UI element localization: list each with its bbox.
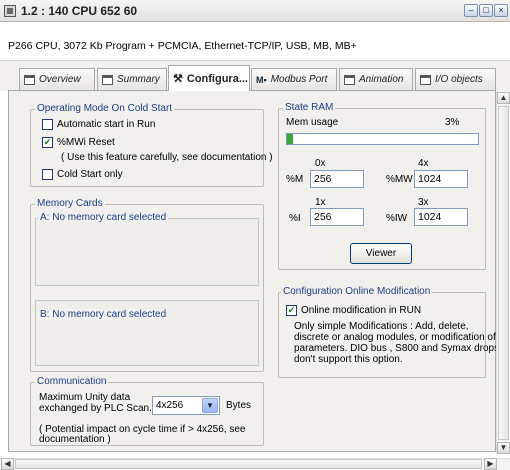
module-description: P266 CPU, 3072 Kb Program + PCMCIA, Ethe… <box>8 40 357 52</box>
m-label: %M <box>286 174 304 185</box>
group-title: Operating Mode On Cold Start <box>35 103 175 114</box>
window-title: 1.2 : 140 CPU 652 60 <box>21 4 138 18</box>
tab-label: Configura... <box>186 72 248 85</box>
document-icon <box>420 74 431 85</box>
mw-label: %MW <box>386 174 413 185</box>
group-title: Configuration Online Modification <box>281 286 433 297</box>
tab-animation[interactable]: Animation <box>339 68 413 90</box>
address-header: 0x <box>315 158 326 169</box>
tab-label: Modbus Port <box>270 74 328 85</box>
tab-configuration[interactable]: ⚒ Configura... <box>168 65 250 91</box>
horizontal-scroll-thumb[interactable] <box>15 459 482 469</box>
online-modification-note: parameters. DIO bus , S800 and Symax dro… <box>294 343 500 354</box>
maximize-button[interactable]: □ <box>479 4 493 17</box>
online-modification-checkbox[interactable]: ✔ <box>286 305 297 316</box>
group-title: State RAM <box>283 102 336 113</box>
scroll-right-icon[interactable]: ▶ <box>484 458 497 470</box>
scroll-left-icon[interactable]: ◀ <box>1 458 14 470</box>
online-modification-label: Online modification in RUN <box>301 305 422 316</box>
check-icon: ✔ <box>287 305 296 315</box>
mem-usage-label: Mem usage <box>286 117 339 128</box>
modbus-icon: M▪ <box>256 74 267 85</box>
tab-io-objects[interactable]: I/O objects <box>415 68 496 90</box>
auto-start-checkbox[interactable] <box>42 119 53 130</box>
mwi-reset-checkbox[interactable]: ✔ <box>42 137 53 148</box>
wrench-icon: ⚒ <box>173 73 183 85</box>
i-label: %I <box>289 213 301 224</box>
online-modification-note: Only simple Modifications : Add, delete, <box>294 321 469 332</box>
iw-count-field[interactable]: 1024 <box>414 208 468 226</box>
auto-start-label: Automatic start in Run <box>57 119 156 130</box>
mw-count-field[interactable]: 1024 <box>414 170 468 188</box>
viewer-button[interactable]: Viewer <box>350 243 412 264</box>
i-count-field[interactable]: 256 <box>310 208 364 226</box>
memory-card-b-label: B: No memory card selected <box>38 309 169 320</box>
close-button[interactable]: × <box>494 4 508 17</box>
address-header: 4x <box>418 158 429 169</box>
address-header: 3x <box>418 197 429 208</box>
tab-label: Summary <box>117 74 160 85</box>
mem-usage-value: 3% <box>445 117 460 128</box>
document-icon <box>344 74 355 85</box>
m-count-field[interactable]: 256 <box>310 170 364 188</box>
group-title: Memory Cards <box>35 198 105 209</box>
document-icon <box>102 74 113 85</box>
memory-card-a-label: A: No memory card selected <box>38 212 169 223</box>
chevron-down-icon[interactable]: ▼ <box>202 398 218 413</box>
cold-start-checkbox[interactable] <box>42 169 53 180</box>
select-value: 4x256 <box>156 400 184 411</box>
mem-usage-progress <box>286 133 479 145</box>
iw-label: %IW <box>386 213 408 224</box>
address-header: 1x <box>315 197 326 208</box>
mwi-reset-note: ( Use this feature carefully, see docume… <box>61 152 273 163</box>
scan-data-label: Maximum Unity data <box>39 392 131 403</box>
scroll-up-icon[interactable]: ▲ <box>497 92 510 104</box>
mwi-reset-label: %MWi Reset <box>57 137 115 148</box>
tab-modbus-port[interactable]: M▪ Modbus Port <box>251 68 337 90</box>
scan-data-label: exchanged by PLC Scan. <box>39 403 152 414</box>
vertical-scroll-thumb[interactable] <box>498 106 509 440</box>
online-modification-note: discrete or analog modules, or modificat… <box>294 332 496 343</box>
cycle-time-note: documentation ) <box>39 434 111 445</box>
minimize-button[interactable]: – <box>464 4 478 17</box>
tab-overview[interactable]: Overview <box>19 68 95 90</box>
scroll-down-icon[interactable]: ▼ <box>497 442 510 454</box>
document-icon <box>24 74 35 85</box>
bytes-unit-label: Bytes <box>226 400 252 411</box>
tab-summary[interactable]: Summary <box>97 68 167 90</box>
progress-fill <box>287 134 293 144</box>
check-icon: ✔ <box>43 137 52 147</box>
online-modification-note: don't support this option. <box>294 354 403 365</box>
group-title: Communication <box>35 376 109 387</box>
tab-label: I/O objects <box>435 74 483 85</box>
cold-start-label: Cold Start only <box>57 169 123 180</box>
app-icon <box>4 5 16 17</box>
tab-label: Animation <box>359 74 404 85</box>
memory-card-a-box[interactable] <box>35 218 259 286</box>
tab-label: Overview <box>39 74 81 85</box>
